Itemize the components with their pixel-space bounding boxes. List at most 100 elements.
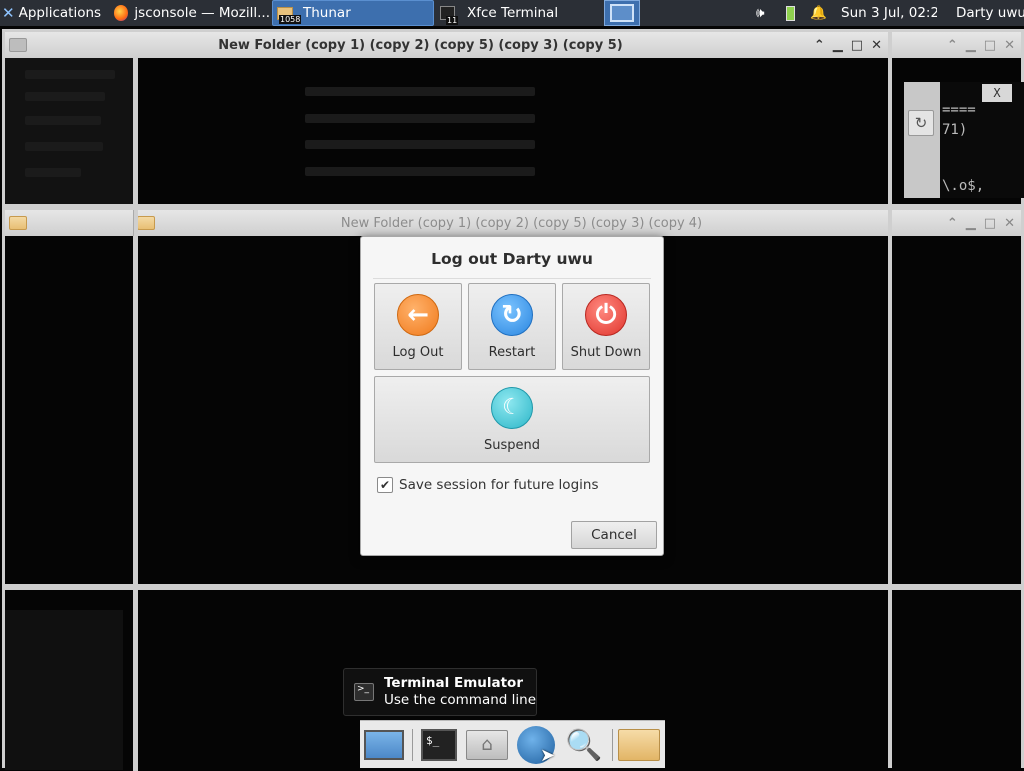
app-finder-button[interactable]: 🔍 bbox=[562, 725, 606, 765]
pane-divider[interactable] bbox=[133, 590, 138, 771]
minimize-icon[interactable]: ▁ bbox=[966, 216, 976, 231]
window-menu-icon[interactable]: ⌃ bbox=[814, 38, 825, 53]
terminal-icon: $_ bbox=[421, 729, 457, 761]
moon-sleep-icon: ☾ bbox=[491, 387, 533, 429]
xfce-logo-icon: ✕ bbox=[2, 4, 15, 22]
close-x-button[interactable]: X bbox=[982, 84, 1012, 102]
logout-dialog: Log out Darty uwu ← Log Out ↻ Restart ⏻ … bbox=[360, 236, 664, 556]
task-badge: 11 bbox=[446, 16, 459, 25]
terminal-line: 71) bbox=[942, 122, 968, 138]
show-desktop-icon bbox=[364, 730, 404, 760]
task-label: Xfce Terminal bbox=[467, 5, 559, 21]
file-manager-button[interactable] bbox=[616, 725, 662, 765]
volume-icon[interactable]: 🕪 bbox=[756, 0, 776, 26]
applications-menu[interactable]: ✕ Applications ⋮ bbox=[2, 0, 110, 26]
window-titlebar[interactable]: New Folder (copy 1) (copy 2) (copy 5) (c… bbox=[5, 210, 888, 236]
window-icon bbox=[9, 38, 27, 52]
terminal-window[interactable]: ⌃ ▁ □ ✕ ↻ X ==== 71) \.o$, bbox=[889, 29, 1024, 207]
close-icon[interactable]: ✕ bbox=[871, 38, 882, 53]
terminal-tooltip: >_ Terminal Emulator Use the command lin… bbox=[343, 668, 537, 716]
show-desktop-button[interactable] bbox=[362, 725, 406, 765]
firefox-icon bbox=[114, 5, 129, 21]
home-folder-button[interactable]: ⌂ bbox=[464, 725, 510, 765]
window-title: New Folder (copy 1) (copy 2) (copy 5) (c… bbox=[340, 215, 703, 231]
cancel-button[interactable]: Cancel bbox=[571, 521, 657, 549]
folder-icon bbox=[137, 216, 155, 230]
browser-fragment: ↻ bbox=[904, 82, 940, 198]
home-folder-icon: ⌂ bbox=[466, 730, 508, 760]
maximize-icon[interactable]: □ bbox=[984, 38, 996, 53]
sidebar-pane bbox=[5, 58, 133, 204]
window-menu-icon[interactable]: ⌃ bbox=[947, 216, 958, 231]
thunar-window-main[interactable]: New Folder (copy 1) (copy 2) (copy 5) (c… bbox=[2, 29, 891, 207]
save-session-checkbox[interactable]: ✔ Save session for future logins bbox=[377, 477, 598, 493]
ghost-row bbox=[25, 168, 81, 177]
terminal-output: X ==== 71) \.o$, bbox=[940, 82, 1024, 198]
close-icon[interactable]: ✕ bbox=[1004, 216, 1015, 231]
task-terminal[interactable]: 11 Xfce Terminal bbox=[436, 0, 596, 26]
checkmark-icon[interactable]: ✔ bbox=[377, 477, 393, 493]
minimize-icon[interactable]: ▁ bbox=[833, 38, 843, 53]
restart-arrow-icon: ↻ bbox=[491, 294, 533, 336]
tooltip-subtitle: Use the command line bbox=[384, 692, 536, 708]
ghost-row bbox=[25, 116, 101, 125]
log-out-arrow-icon: ← bbox=[397, 294, 439, 336]
save-session-label: Save session for future logins bbox=[399, 477, 599, 493]
restart-button[interactable]: ↻ Restart bbox=[468, 283, 556, 370]
tooltip-title: Terminal Emulator bbox=[384, 675, 523, 691]
terminal-window-lower[interactable]: ⌃ ▁ □ ✕ bbox=[889, 207, 1024, 587]
battery-icon[interactable] bbox=[786, 0, 800, 26]
web-browser-button[interactable]: ➤ bbox=[514, 725, 558, 766]
task-firefox[interactable]: jsconsole — Mozill... bbox=[110, 0, 270, 26]
pane-divider[interactable] bbox=[133, 58, 138, 204]
window-title: New Folder (copy 1) (copy 2) (copy 5) (c… bbox=[218, 37, 623, 53]
terminal-window-bottom[interactable] bbox=[889, 587, 1024, 768]
button-label: Log Out bbox=[392, 345, 444, 360]
notification-bell-icon[interactable]: 🔔 bbox=[810, 0, 826, 26]
workspace-switcher[interactable] bbox=[604, 0, 640, 26]
dialog-separator bbox=[373, 278, 651, 279]
reload-icon[interactable]: ↻ bbox=[908, 110, 934, 136]
titlebar-divider bbox=[133, 210, 138, 236]
shut-down-button[interactable]: ⏻ Shut Down bbox=[562, 283, 650, 370]
workspace-icon bbox=[610, 4, 634, 22]
ghost-row bbox=[25, 142, 103, 151]
user-menu[interactable]: Darty uwu bbox=[956, 0, 1024, 26]
ghost-row bbox=[305, 87, 535, 96]
top-panel: ✕ Applications ⋮ jsconsole — Mozill... 1… bbox=[0, 0, 1024, 26]
task-badge: 1058 bbox=[279, 15, 302, 24]
folder-icon bbox=[9, 216, 27, 230]
terminal-line: \.o$, bbox=[942, 178, 985, 194]
task-label: jsconsole — Mozill... bbox=[134, 5, 270, 21]
maximize-icon[interactable]: □ bbox=[984, 216, 996, 231]
log-out-button[interactable]: ← Log Out bbox=[374, 283, 462, 370]
ghost-row bbox=[305, 140, 535, 149]
sidebar-pane bbox=[5, 610, 123, 770]
button-label: Restart bbox=[488, 345, 536, 360]
close-icon[interactable]: ✕ bbox=[1004, 38, 1015, 53]
dock-separator bbox=[612, 729, 613, 761]
task-thunar[interactable]: 1058 Thunar bbox=[272, 0, 434, 26]
dock-separator bbox=[412, 729, 413, 761]
window-titlebar[interactable]: New Folder (copy 1) (copy 2) (copy 5) (c… bbox=[5, 32, 888, 58]
minimize-icon[interactable]: ▁ bbox=[966, 38, 976, 53]
maximize-icon[interactable]: □ bbox=[851, 38, 863, 53]
task-label: Thunar bbox=[303, 5, 351, 21]
suspend-button[interactable]: ☾ Suspend bbox=[374, 376, 650, 463]
terminal-line: ==== bbox=[942, 102, 976, 118]
ghost-row bbox=[25, 70, 115, 79]
terminal-button[interactable]: $_ bbox=[418, 725, 460, 765]
power-icon: ⏻ bbox=[585, 294, 627, 336]
window-titlebar[interactable]: ⌃ ▁ □ ✕ bbox=[892, 32, 1021, 58]
window-menu-icon[interactable]: ⌃ bbox=[947, 38, 958, 53]
mouse-cursor-icon: ➤ bbox=[540, 745, 556, 766]
clock[interactable]: Sun 3 Jul, 02:25 bbox=[841, 0, 937, 26]
dialog-title: Log out Darty uwu bbox=[431, 250, 593, 268]
ghost-row bbox=[305, 114, 535, 123]
bottom-dock: $_ ⌂ ➤ 🔍 bbox=[360, 720, 665, 768]
applications-label: Applications bbox=[18, 5, 102, 21]
ghost-row bbox=[305, 167, 535, 176]
magnifier-icon: 🔍 bbox=[565, 727, 603, 763]
pane-divider[interactable] bbox=[133, 236, 138, 584]
window-titlebar[interactable]: ⌃ ▁ □ ✕ bbox=[892, 210, 1021, 236]
